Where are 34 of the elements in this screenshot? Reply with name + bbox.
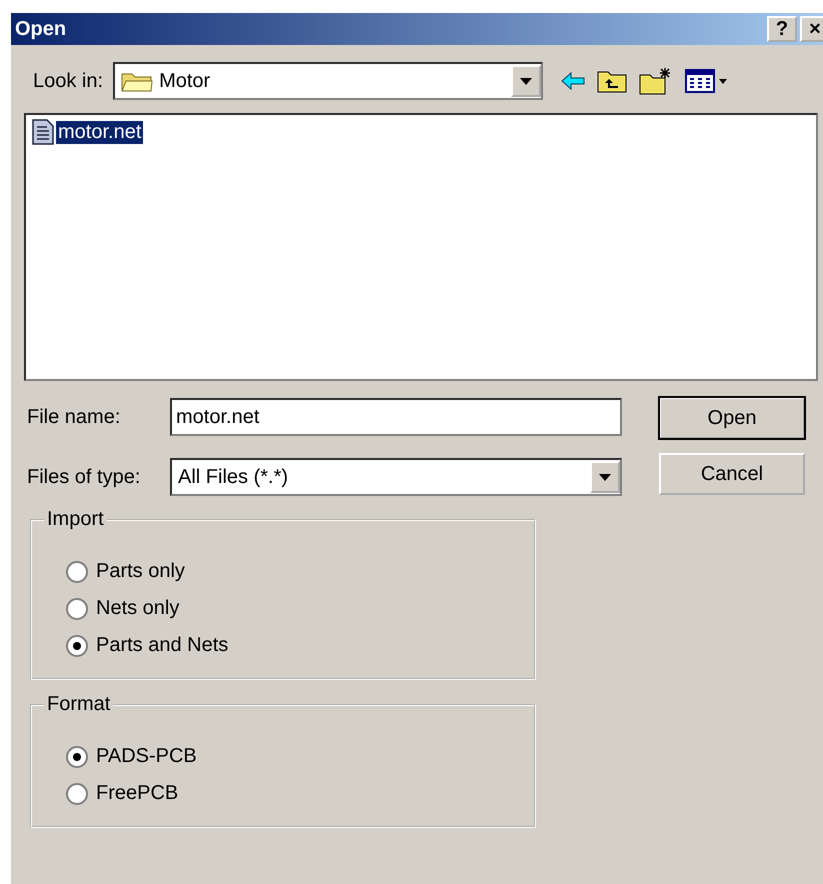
radio-button[interactable] [66, 560, 88, 582]
document-icon [32, 119, 54, 145]
option-label: PADS-PCB [96, 745, 197, 768]
file-type-label: Files of type: [27, 466, 142, 488]
file-name-label: File name: [27, 406, 122, 428]
look-in-dropdown[interactable]: Motor [113, 62, 544, 100]
radio-button[interactable] [66, 634, 88, 656]
cancel-button[interactable]: Cancel [659, 453, 805, 495]
dropdown-button[interactable] [590, 461, 620, 493]
file-type-dropdown[interactable]: All Files (*.*) [170, 458, 622, 496]
look-in-value: Motor [159, 70, 210, 92]
file-name: motor.net [56, 120, 144, 144]
up-folder-icon[interactable] [597, 69, 628, 93]
option-label: Parts and Nets [96, 634, 228, 657]
window-title: Open [15, 18, 68, 40]
file-item[interactable]: motor.net [32, 119, 144, 145]
view-menu-icon[interactable] [685, 69, 730, 93]
look-in-label: Look in: [33, 70, 104, 92]
help-button[interactable]: ? [767, 16, 797, 42]
dropdown-button[interactable] [511, 65, 542, 97]
open-button[interactable]: Open [659, 397, 805, 439]
close-button[interactable]: × [800, 16, 823, 42]
file-name-field[interactable]: motor.net [170, 398, 622, 436]
radio-button[interactable] [66, 598, 88, 620]
radio-button[interactable] [66, 782, 88, 804]
option-label: Parts only [96, 560, 185, 583]
group-title: Import [44, 508, 107, 531]
option-label: FreePCB [96, 782, 178, 805]
dropdown-arrow-icon [520, 78, 532, 84]
back-arrow-icon[interactable] [561, 72, 586, 90]
option-label: Nets only [96, 597, 180, 620]
radio-button[interactable] [66, 746, 88, 768]
dropdown-arrow-icon [599, 474, 611, 480]
file-type-value: All Files (*.*) [178, 466, 288, 488]
